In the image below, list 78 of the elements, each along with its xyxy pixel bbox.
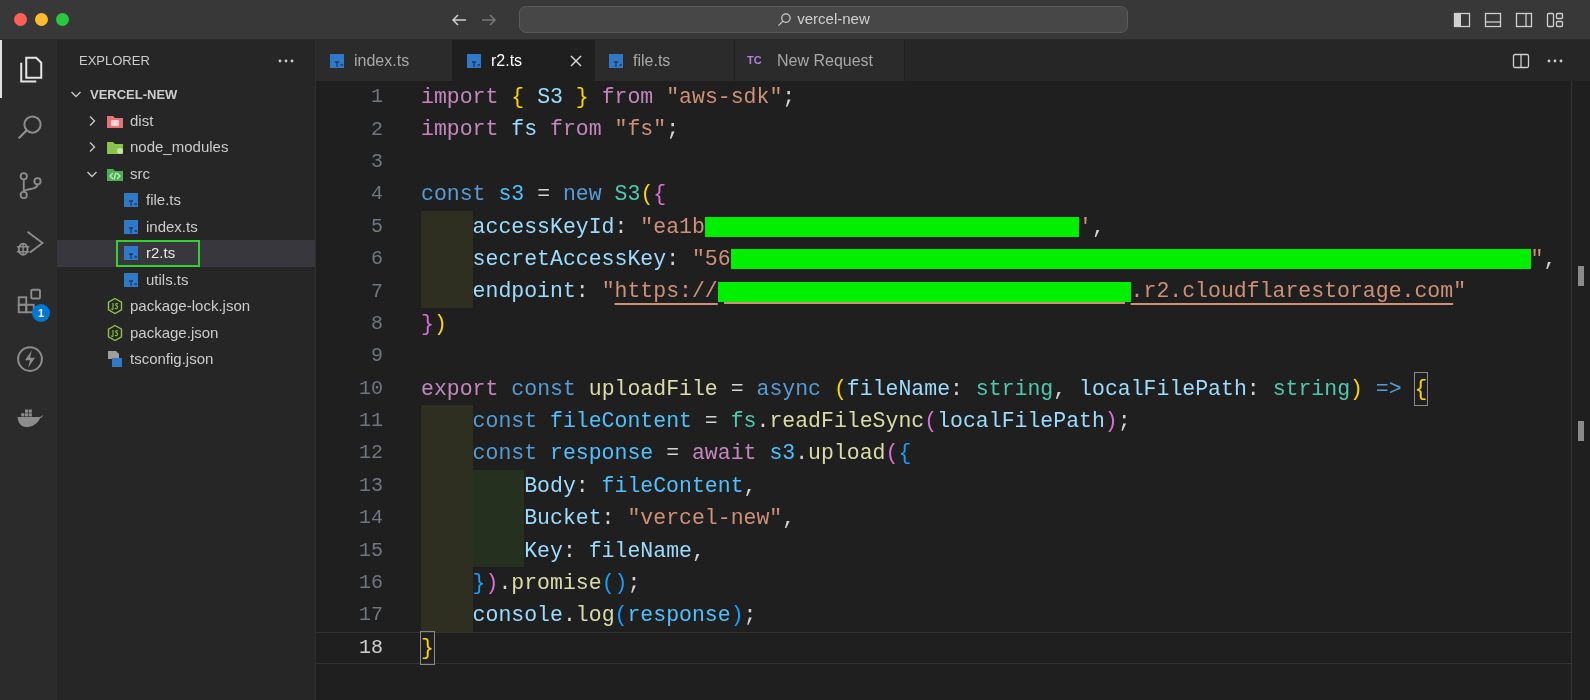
tree-item[interactable]: package.json — [57, 319, 315, 346]
line-number: 4 — [370, 181, 383, 208]
tree-item[interactable]: index.ts — [57, 213, 315, 240]
tree-item[interactable]: dist — [57, 107, 315, 134]
file-type-label: TC — [747, 53, 763, 69]
line-number: 5 — [370, 213, 383, 240]
hexagon-icon — [106, 323, 124, 342]
ts-file-icon — [122, 217, 140, 236]
tree-item[interactable]: node_modules — [57, 134, 315, 161]
code-line: export const uploadFile = async (fileName: string, localFilePath: string) => { — [421, 372, 1428, 405]
code-line: }) — [421, 310, 447, 338]
ts-file-icon — [122, 191, 140, 210]
tree-item[interactable]: tsconfig.json — [57, 346, 315, 373]
code-line: Bucket: "vercel-new", — [421, 502, 796, 535]
tree-item[interactable]: src — [57, 160, 315, 187]
split-editor-icon[interactable] — [1512, 51, 1530, 70]
code-line: const response = await s3.upload({ — [421, 437, 912, 470]
ts-file-icon — [122, 270, 140, 289]
line-number: 2 — [370, 116, 383, 143]
line-number: 15 — [358, 537, 383, 564]
editor-tab[interactable]: index.ts — [316, 40, 453, 81]
right-panel-icon[interactable] — [1515, 10, 1533, 29]
code-line: import fs from "fs"; — [421, 116, 680, 144]
line-number: 16 — [358, 570, 383, 597]
ts-file-icon — [328, 51, 346, 70]
line-number: 14 — [358, 505, 383, 532]
editor-tab[interactable]: TC New Request — [735, 40, 905, 81]
code-line: const fileContent = fs.readFileSync(localFilePath); — [421, 404, 1131, 438]
code-line: } — [421, 632, 434, 664]
editor-tab[interactable]: r2.ts — [453, 40, 595, 81]
tree-item[interactable]: utils.ts — [57, 266, 315, 293]
line-number: 9 — [370, 343, 383, 370]
code-line: accessKeyId: "ea1b ', — [421, 210, 1105, 243]
indent-guide — [421, 599, 473, 632]
search-icon — [777, 12, 793, 27]
scrollbar[interactable] — [1571, 81, 1590, 700]
line-number: 7 — [370, 278, 383, 305]
line-number: 6 — [370, 246, 383, 273]
play-bug-icon[interactable] — [14, 228, 45, 258]
tree-item[interactable]: r2.ts — [57, 240, 315, 267]
editor-tab[interactable]: file.ts — [595, 40, 735, 81]
line-number: 17 — [358, 602, 383, 629]
code-line: Body: fileContent, — [421, 469, 757, 503]
line-number: 18 — [358, 634, 383, 661]
code-line: endpoint: "https:// .r2.cloudflarestorage.com" — [421, 275, 1467, 308]
bottom-panel-icon[interactable] — [1484, 10, 1502, 29]
code-line: secretAccessKey: "56 ", — [421, 242, 1557, 276]
line-number: 3 — [370, 148, 383, 175]
tree-item[interactable]: file.ts — [57, 187, 315, 214]
code-line: import { S3 } from "aws-sdk"; — [421, 84, 796, 112]
minimize-window-button[interactable] — [35, 13, 48, 26]
maximize-window-button[interactable] — [56, 13, 69, 26]
more-icon[interactable] — [277, 57, 295, 64]
sidebar-title: EXPLORER — [79, 51, 150, 70]
line-number: 12 — [358, 440, 383, 467]
ts-file-icon — [465, 51, 483, 70]
code-line: Key: fileName, — [421, 534, 705, 567]
notification-badge: 1 — [32, 304, 50, 322]
tree-item[interactable]: VERCEL-NEW — [57, 81, 315, 108]
ts-file-icon — [607, 51, 625, 70]
left-panel-icon[interactable] — [1453, 10, 1471, 29]
code-line: const s3 = new S3({ — [421, 181, 667, 209]
line-number: 10 — [358, 375, 383, 402]
lightning-icon[interactable] — [14, 344, 45, 374]
line-number: 11 — [358, 408, 383, 435]
hexagon-icon — [106, 297, 124, 316]
code-line: console.log(response); — [421, 599, 757, 632]
code-line: }).promise(); — [421, 566, 641, 600]
line-number: 13 — [358, 472, 383, 499]
layout-grid-icon[interactable] — [1546, 10, 1564, 29]
more-icon[interactable] — [1546, 57, 1564, 64]
search-field[interactable]: vercel-new — [519, 6, 1128, 33]
tree-item[interactable]: package-lock.json — [57, 293, 315, 320]
close-window-button[interactable] — [14, 13, 27, 26]
line-number: 1 — [370, 84, 383, 111]
line-number: 8 — [370, 310, 383, 337]
config-file-icon — [106, 350, 124, 369]
ts-file-icon — [122, 244, 140, 263]
